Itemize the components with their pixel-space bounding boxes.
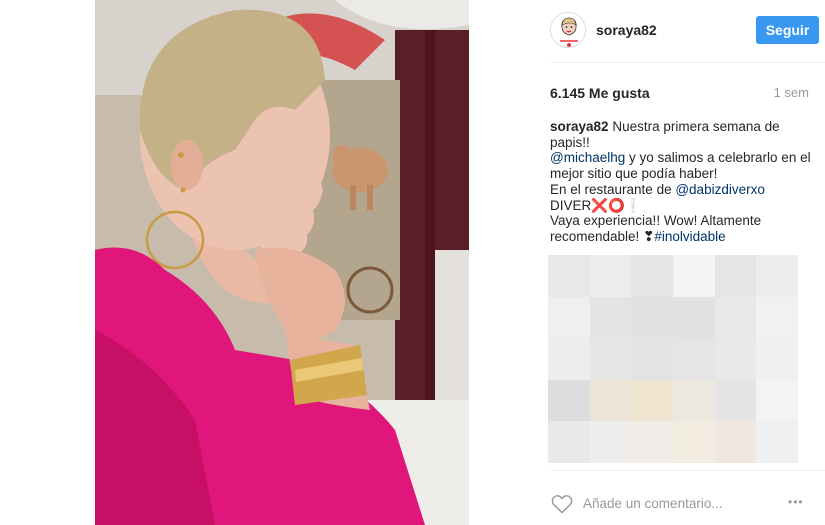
post-header: soraya82 Seguir <box>550 12 825 48</box>
caption-username[interactable]: soraya82 <box>550 119 609 134</box>
caption-line: recomendable! ❣#inolvidable <box>550 229 815 245</box>
mention-link[interactable]: @dabizdiverxo <box>675 182 765 197</box>
caption-text: DIVER <box>550 197 592 213</box>
divider <box>550 470 825 471</box>
instagram-post: soraya82 Seguir 6.145 Me gusta 1 sem sor… <box>0 0 825 525</box>
post-sidebar: soraya82 Seguir 6.145 Me gusta 1 sem sor… <box>540 0 825 525</box>
post-photo[interactable] <box>95 0 469 525</box>
photo-illustration <box>95 0 469 525</box>
caption-line: mejor sitio que podía haber! <box>550 166 718 182</box>
caption-line: @michaelhg y yo salimos a celebrarlo en … <box>550 150 815 166</box>
mention-link[interactable]: @michaelhg <box>550 150 625 165</box>
emoji-text: ❣ <box>643 228 655 244</box>
caption-line: Vaya experiencia!! Wow! Altamente <box>550 213 762 229</box>
post-author-username[interactable]: soraya82 <box>596 22 657 38</box>
post-age[interactable]: 1 sem <box>774 85 809 100</box>
comment-input[interactable] <box>583 493 768 513</box>
hashtag-link[interactable]: #inolvidable <box>654 229 725 244</box>
avatar-icon <box>551 13 585 47</box>
caption-line: soraya82 Nuestra primera semana de <box>550 119 815 135</box>
caption-text: En el restaurante de <box>550 181 676 197</box>
emoji-text: ❌⭕❕ <box>591 197 642 213</box>
caption-line: En el restaurante de @dabizdiverxo <box>550 182 815 198</box>
caption-line: papis!! <box>550 134 590 150</box>
caption-line: DIVER❌⭕❕ <box>550 198 815 214</box>
caption-text: y yo salimos a celebrarlo en el <box>625 150 811 166</box>
more-options-icon[interactable]: ••• <box>788 496 804 508</box>
blurred-comments <box>548 255 798 463</box>
avatar[interactable] <box>550 12 586 48</box>
heart-icon[interactable] <box>551 494 573 514</box>
post-caption: soraya82 Nuestra primera semana de papis… <box>550 119 815 245</box>
divider <box>550 62 825 63</box>
caption-text: recomendable! <box>550 228 644 244</box>
follow-button[interactable]: Seguir <box>756 16 819 44</box>
caption-text: Nuestra primera semana de <box>608 119 780 134</box>
likes-count[interactable]: 6.145 Me gusta <box>550 85 650 101</box>
